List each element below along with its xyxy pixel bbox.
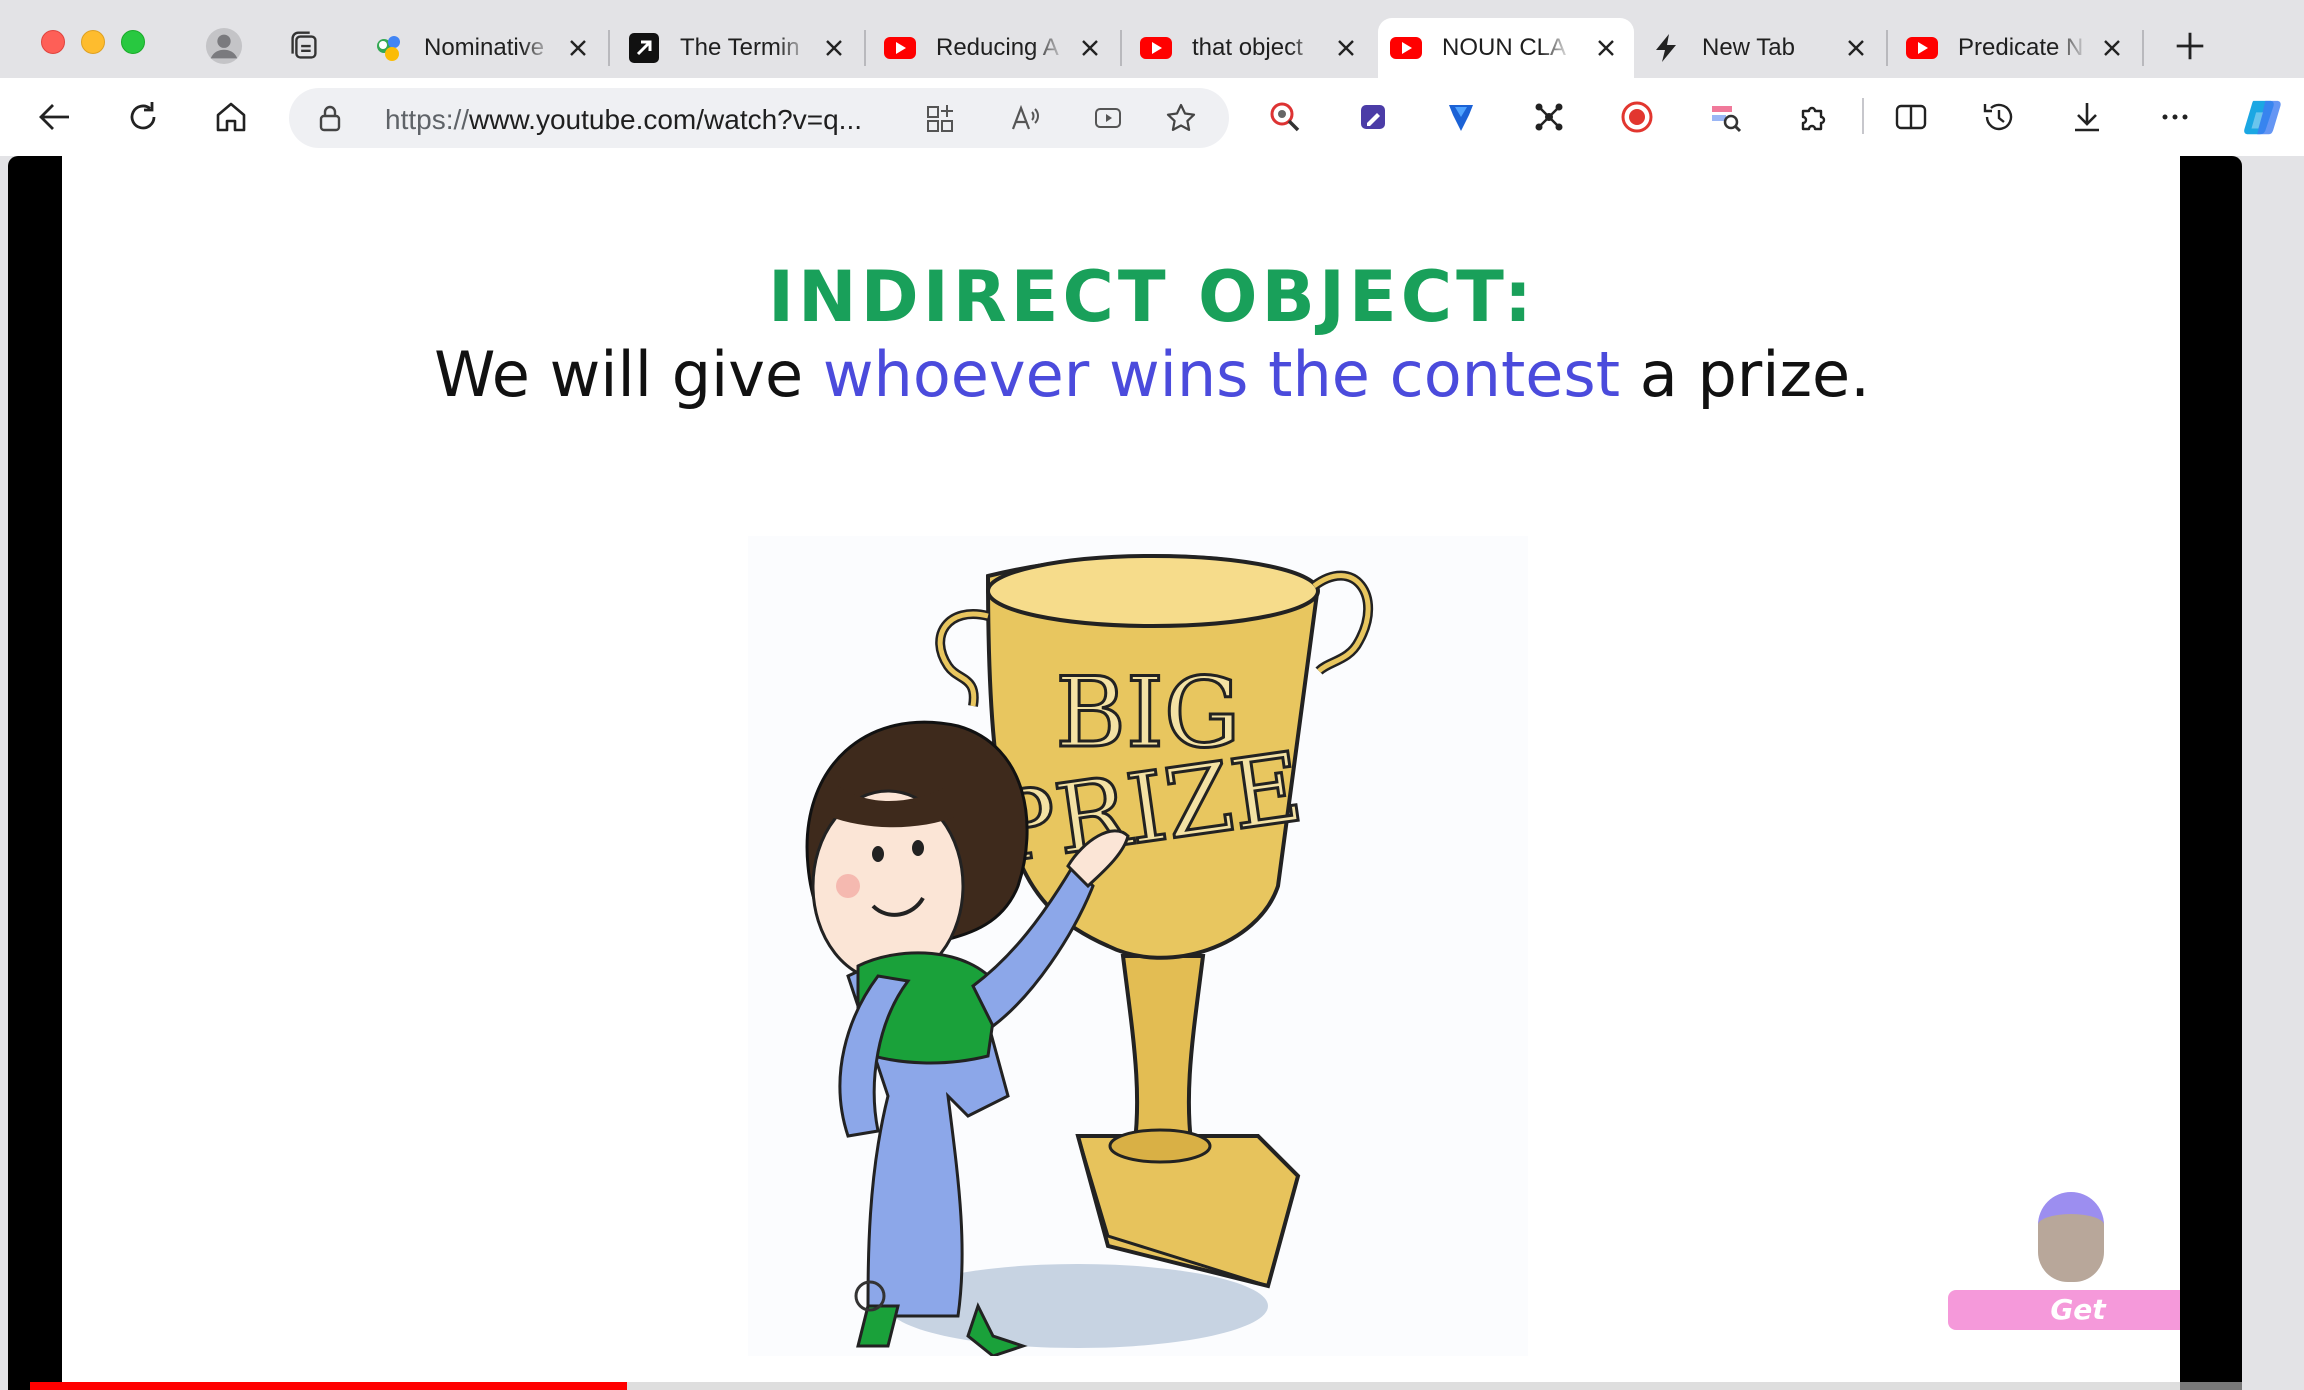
zoom-window-button[interactable]	[121, 30, 145, 54]
slide-sentence: We will give whoever wins the contest a …	[434, 338, 1870, 411]
browser-toolbar: https://www.youtube.com/watch?v=q...	[0, 78, 2304, 156]
lock-icon[interactable]	[313, 101, 347, 135]
workspaces-button[interactable]	[280, 22, 328, 70]
youtube-icon	[884, 32, 916, 64]
google-groups-icon	[372, 32, 404, 64]
close-tab-icon[interactable]	[1592, 34, 1620, 62]
tab-that-object[interactable]: that object	[1128, 18, 1374, 78]
tab-title: Reducing A	[936, 34, 1059, 61]
address-bar[interactable]: https://www.youtube.com/watch?v=q...	[289, 88, 1229, 148]
page-content: INDIRECT OBJECT: We will give whoever wi…	[8, 156, 2242, 1390]
video-progress-fill	[30, 1382, 628, 1390]
extension-notes-button[interactable]	[1346, 90, 1400, 144]
profile-icon	[205, 27, 243, 65]
tab-separator	[1886, 30, 1888, 66]
copilot-button[interactable]	[2234, 90, 2292, 144]
arrow-up-right-icon	[628, 32, 660, 64]
youtube-icon	[1906, 32, 1938, 64]
video-letterbox	[2180, 156, 2242, 1390]
tab-predicate[interactable]: Predicate N	[1894, 18, 2140, 78]
extension-nodes-button[interactable]	[1522, 90, 1576, 144]
app-available-button[interactable]	[919, 96, 963, 140]
extension-bitwarden-button[interactable]	[1434, 90, 1488, 144]
lightning-icon	[1650, 32, 1682, 64]
tab-separator	[864, 30, 866, 66]
video-icon	[1095, 108, 1121, 128]
tab-nominative[interactable]: Nominative	[360, 18, 606, 78]
tab-collections-icon	[291, 31, 317, 59]
tab-title: NOUN CLA	[1442, 34, 1567, 61]
profile-button[interactable]	[200, 22, 248, 70]
tab-strip: Nominative The Termin Reducing A that ob…	[0, 0, 2304, 78]
tab-separator	[1120, 30, 1122, 66]
tab-reducing[interactable]: Reducing A	[872, 18, 1118, 78]
apps-grid-icon	[927, 105, 953, 132]
youtube-icon	[1390, 32, 1422, 64]
trophy-girl-illustration: BIG PRIZE	[748, 536, 1528, 1356]
close-tab-icon[interactable]	[1076, 34, 1104, 62]
video-actions-button[interactable]	[1087, 96, 1131, 140]
highlight-search-icon	[1712, 106, 1742, 133]
new-tab-button[interactable]	[2166, 22, 2214, 70]
toolbar-divider	[1862, 98, 1864, 134]
back-button[interactable]	[28, 90, 82, 144]
home-button[interactable]	[204, 90, 258, 144]
close-tab-icon[interactable]	[1332, 34, 1360, 62]
extension-search-button[interactable]	[1258, 90, 1312, 144]
highlighted-clause: whoever wins the contest	[822, 338, 1621, 411]
more-horizontal-icon	[2162, 114, 2188, 120]
tab-noun-clauses[interactable]: NOUN CLA	[1378, 18, 1634, 78]
watermark-text: Get Grammarous	[1948, 1290, 2208, 1366]
watermark-avatar	[2038, 1192, 2104, 1282]
video-player[interactable]: INDIRECT OBJECT: We will give whoever wi…	[62, 156, 2242, 1390]
history-button[interactable]	[1972, 90, 2026, 144]
refresh-icon	[130, 102, 156, 130]
video-progress-bar[interactable]	[30, 1382, 2242, 1390]
tab-title: New Tab	[1702, 34, 1795, 61]
close-window-button[interactable]	[41, 30, 65, 54]
refresh-button[interactable]	[116, 90, 170, 144]
nodes-extension-icon	[1535, 103, 1563, 131]
extensions-button[interactable]	[1786, 90, 1840, 144]
tab-title: Nominative	[424, 34, 545, 61]
downloads-button[interactable]	[2060, 90, 2114, 144]
settings-more-button[interactable]	[2148, 90, 2202, 144]
tab-title: that object	[1192, 34, 1303, 61]
star-icon	[1166, 103, 1196, 131]
arrow-left-icon	[39, 104, 69, 130]
close-tab-icon[interactable]	[2098, 34, 2126, 62]
split-screen-button[interactable]	[1884, 90, 1938, 144]
favorite-button[interactable]	[1159, 96, 1203, 140]
tab-new-tab[interactable]: New Tab	[1638, 18, 1884, 78]
magnifier-extension-icon	[1270, 102, 1300, 132]
home-icon	[216, 102, 246, 132]
tab-separator	[608, 30, 610, 66]
tab-title: The Termin	[680, 34, 800, 61]
close-tab-icon[interactable]	[1842, 34, 1870, 62]
close-tab-icon[interactable]	[820, 34, 848, 62]
notes-extension-icon	[1361, 105, 1385, 129]
read-aloud-icon	[1011, 104, 1039, 130]
tab-separator	[2142, 30, 2144, 66]
tab-the-terminal[interactable]: The Termin	[616, 18, 862, 78]
shield-extension-icon	[1449, 105, 1473, 131]
tab-title: Predicate N	[1958, 34, 2084, 61]
extension-record-button[interactable]	[1610, 90, 1664, 144]
minimize-window-button[interactable]	[81, 30, 105, 54]
download-icon	[2075, 103, 2099, 132]
slide-heading: INDIRECT OBJECT:	[768, 256, 1536, 338]
puzzle-icon	[1801, 106, 1826, 131]
split-screen-icon	[1895, 104, 1927, 130]
url-text[interactable]: https://www.youtube.com/watch?v=q...	[385, 104, 905, 136]
extension-highlight-button[interactable]	[1698, 90, 1752, 144]
copilot-icon	[2244, 100, 2281, 135]
close-tab-icon[interactable]	[564, 34, 592, 62]
channel-watermark[interactable]: Get Grammarous	[1948, 1192, 2218, 1366]
read-aloud-button[interactable]	[1003, 96, 1047, 140]
youtube-icon	[1140, 32, 1172, 64]
plus-icon	[2176, 32, 2204, 60]
record-icon	[1621, 101, 1653, 133]
history-icon	[1983, 103, 2013, 131]
